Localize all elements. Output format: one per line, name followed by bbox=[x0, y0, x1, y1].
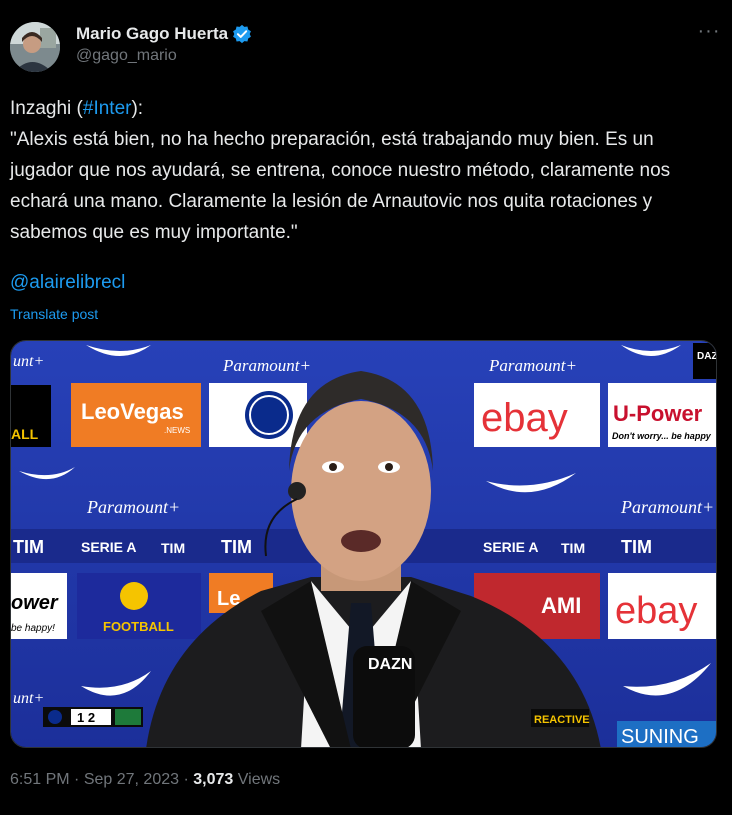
backdrop-tim-5: TIM bbox=[621, 537, 652, 557]
interview-photo: unt+ Paramount+ Paramount+ DAZN ALL LeoV… bbox=[11, 341, 717, 748]
backdrop-partial-ower: ower bbox=[11, 592, 59, 614]
backdrop-upower-tag: Don't worry... be happy bbox=[612, 431, 712, 441]
backdrop-paramount-3: Paramount+ bbox=[86, 497, 180, 517]
backdrop-paramount-4: Paramount+ bbox=[620, 497, 714, 517]
mention-link[interactable]: @alairelibrecl bbox=[10, 272, 125, 294]
verified-badge-icon bbox=[233, 24, 252, 44]
post-meta: 6:51 PM · Sep 27, 2023 · 3,073 Views bbox=[10, 771, 280, 789]
backdrop-paramount-2: Paramount+ bbox=[488, 356, 577, 375]
post-time[interactable]: 6:51 PM bbox=[10, 771, 70, 788]
post-quote: "Alexis está bien, no ha hecho preparaci… bbox=[10, 129, 671, 243]
mic-label: DAZN bbox=[368, 656, 412, 673]
backdrop-serie-1: SERIE A bbox=[81, 539, 137, 555]
author-name-row[interactable]: Mario Gago Huerta bbox=[76, 24, 252, 44]
backdrop-tim-2: TIM bbox=[161, 540, 185, 556]
post-image[interactable]: unt+ Paramount+ Paramount+ DAZN ALL LeoV… bbox=[10, 340, 717, 748]
backdrop-suning: SUNING bbox=[621, 726, 699, 748]
avatar[interactable] bbox=[10, 22, 60, 72]
backdrop-partial-happy: be happy! bbox=[11, 623, 55, 634]
backdrop-paramount-1: Paramount+ bbox=[222, 356, 311, 375]
backdrop-efootball: FOOTBALL bbox=[103, 619, 174, 634]
more-options-icon[interactable]: ··· bbox=[696, 21, 722, 44]
backdrop-paramount-partial-2: unt+ bbox=[13, 690, 44, 707]
backdrop-leovegas: LeoVegas bbox=[81, 399, 184, 424]
author-block: Mario Gago Huerta @gago_mario bbox=[76, 24, 252, 65]
backdrop-tim-4: TIM bbox=[561, 540, 585, 556]
backdrop-upower: U-Power bbox=[613, 401, 703, 426]
translate-post-link[interactable]: Translate post bbox=[10, 306, 98, 322]
backdrop-paramount-partial: unt+ bbox=[13, 353, 44, 370]
backdrop-ebay-2: ebay bbox=[615, 590, 697, 632]
views-count: 3,073 bbox=[193, 771, 234, 788]
backdrop-leovegas-sub: .NEWS bbox=[164, 426, 190, 435]
post-text: Inzaghi (#Inter): "Alexis está bien, no … bbox=[10, 93, 722, 248]
backdrop-dazn-top: DAZN bbox=[697, 351, 717, 362]
post-date[interactable]: Sep 27, 2023 bbox=[84, 771, 179, 788]
hashtag-link[interactable]: #Inter bbox=[83, 98, 132, 119]
scorebug-score: 1 2 bbox=[77, 710, 95, 725]
post-header: Mario Gago Huerta @gago_mario ··· bbox=[10, 20, 722, 74]
backdrop-partial-ami: AMI bbox=[541, 593, 581, 618]
meta-separator: · bbox=[183, 771, 189, 788]
backdrop-partial-all: ALL bbox=[11, 426, 39, 442]
views-label: Views bbox=[237, 771, 281, 788]
author-name[interactable]: Mario Gago Huerta bbox=[76, 24, 228, 44]
post-lead: Inzaghi ( bbox=[10, 98, 83, 119]
meta-separator: · bbox=[74, 771, 80, 788]
jacket-badge: REACTIVE bbox=[534, 714, 590, 726]
backdrop-ebay-1: ebay bbox=[481, 396, 568, 440]
backdrop-serie-2: SERIE A bbox=[483, 539, 539, 555]
backdrop-tim-1: TIM bbox=[13, 537, 44, 557]
face bbox=[291, 401, 431, 581]
author-handle[interactable]: @gago_mario bbox=[76, 47, 252, 65]
backdrop-tim-3: TIM bbox=[221, 537, 252, 557]
earpiece bbox=[288, 482, 306, 500]
post-lead-end: ): bbox=[131, 98, 144, 119]
